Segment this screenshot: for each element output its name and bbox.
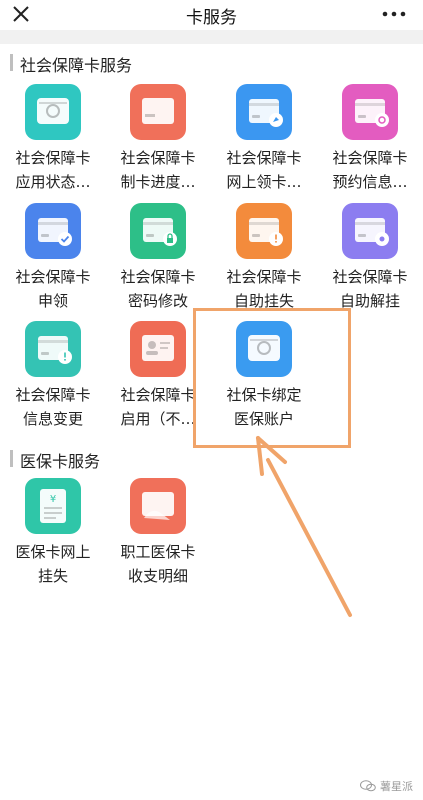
service-item-label: 医保卡网上 挂失 — [4, 540, 102, 588]
service-item-label: 社会保障卡预约信息… — [321, 146, 419, 194]
service-item-label: 社会保障卡 密码修改 — [109, 265, 207, 313]
section-social-security-card: 社会保障卡服务 — [0, 50, 423, 76]
service-item[interactable]: 职工医保卡 收支明细 — [109, 478, 207, 588]
service-item-label: 社会保障卡 自助挂失 — [215, 265, 313, 313]
label-line-1: 社会保障卡 — [15, 149, 91, 167]
watermark: 薯星派 — [360, 778, 413, 794]
service-item-label: 社会保障卡 信息变更 — [4, 383, 102, 431]
card-progress-icon — [130, 84, 186, 140]
label-line-2: 应用状态… — [15, 173, 91, 191]
label-line-1: 社会保障卡 — [226, 149, 302, 167]
more-options-icon[interactable] — [379, 4, 409, 24]
label-line-2: 挂失 — [37, 567, 68, 585]
card-password-icon — [130, 203, 186, 259]
service-item[interactable]: 社会保障卡预约信息… — [321, 84, 419, 194]
service-item-label: 社会保障卡制卡进度… — [109, 146, 207, 194]
svg-text:¥: ¥ — [50, 494, 56, 505]
service-item[interactable]: 社会保障卡网上领卡… — [215, 84, 313, 194]
card-info-change-icon — [25, 321, 81, 377]
label-line-1: 社会保障卡 — [332, 149, 408, 167]
service-item-label: 社会保障卡网上领卡… — [215, 146, 313, 194]
wechat-icon — [360, 780, 376, 792]
watermark-text: 薯星派 — [380, 780, 413, 793]
label-line-1: 社会保障卡 — [332, 268, 408, 286]
label-line-1: 社会保障卡 — [15, 386, 91, 404]
card-apply-icon — [25, 203, 81, 259]
card-activate-icon — [130, 321, 186, 377]
service-item[interactable]: 社会保障卡 申领 — [4, 203, 102, 313]
service-item[interactable]: 社会保障卡 信息变更 — [4, 321, 102, 431]
page-title: 卡服务 — [186, 8, 237, 28]
label-line-2: 信息变更 — [22, 410, 83, 428]
section-medical-card: 医保卡服务 — [0, 446, 423, 472]
label-line-2: 收支明细 — [127, 567, 188, 585]
service-item[interactable]: 社会保障卡应用状态… — [4, 84, 102, 194]
section-accent-bar — [10, 450, 13, 467]
card-appointment-icon — [342, 84, 398, 140]
label-line-1: 社会保障卡 — [120, 268, 196, 286]
card-status-icon — [25, 84, 81, 140]
label-line-2: 申领 — [37, 292, 68, 310]
label-line-1: 社会保障卡 — [226, 268, 302, 286]
label-line-1: 社会保障卡 — [15, 268, 91, 286]
section-title: 医保卡服务 — [20, 452, 101, 471]
header-divider — [0, 30, 423, 44]
service-item-label: 社会保障卡 自助解挂 — [321, 265, 419, 313]
label-line-2: 预约信息… — [332, 173, 408, 191]
label-line-2: 制卡进度… — [120, 173, 196, 191]
service-item-label: 社会保障卡 申领 — [4, 265, 102, 313]
section-accent-bar — [10, 54, 13, 71]
medical-card-report-loss-icon: ¥ — [25, 478, 81, 534]
service-item-label: 职工医保卡 收支明细 — [109, 540, 207, 588]
label-line-1: 职工医保卡 — [120, 543, 196, 561]
section-title: 社会保障卡服务 — [20, 56, 133, 75]
label-line-1: 社会保障卡 — [120, 149, 196, 167]
label-line-2: 网上领卡… — [226, 173, 302, 191]
service-item-label: 社会保障卡应用状态… — [4, 146, 102, 194]
card-report-loss-icon — [236, 203, 292, 259]
highlight-box — [193, 308, 351, 448]
service-item[interactable]: 社会保障卡制卡进度… — [109, 84, 207, 194]
card-online-claim-icon — [236, 84, 292, 140]
nav-bar: 卡服务 — [0, 0, 423, 30]
service-item[interactable]: ¥ 医保卡网上挂失 — [4, 478, 102, 588]
service-item[interactable]: 社会保障卡 自助解挂 — [321, 203, 419, 313]
label-line-1: 医保卡网上 — [15, 543, 91, 561]
medical-card-statement-icon — [130, 478, 186, 534]
card-unlock-icon — [342, 203, 398, 259]
service-item[interactable]: 社会保障卡 自助挂失 — [215, 203, 313, 313]
service-item[interactable]: 社会保障卡 密码修改 — [109, 203, 207, 313]
